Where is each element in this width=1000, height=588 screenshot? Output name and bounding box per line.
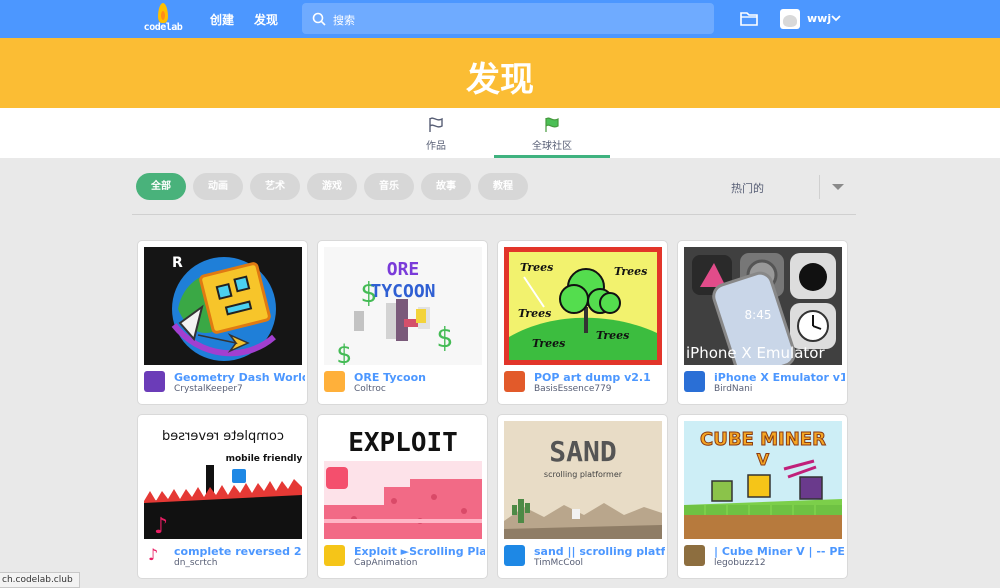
tab-bar: 作品 全球社区 xyxy=(0,108,1000,158)
project-thumbnail[interactable]: complete reversed mobile friendly ♪ xyxy=(144,421,302,539)
project-title[interactable]: Geometry Dash World T xyxy=(174,371,305,384)
tab-projects[interactable]: 作品 xyxy=(405,108,467,158)
project-title[interactable]: | Cube Miner V | -- PEN xyxy=(714,545,845,558)
trees-label: Trees xyxy=(520,261,553,274)
project-thumbnail[interactable]: 8:45 iPhone X Emulator xyxy=(684,247,842,365)
svg-text:$: $ xyxy=(336,340,352,365)
iphone-clock: 8:45 xyxy=(745,308,772,322)
trees-label: Trees xyxy=(532,337,565,350)
logo-text: codelab xyxy=(143,22,183,33)
music-note-icon: ♪ xyxy=(148,545,159,564)
status-bar-url: ch.codelab.club xyxy=(0,572,80,588)
project-title[interactable]: iPhone X Emulator v1.0 xyxy=(714,371,845,384)
project-card[interactable]: $ $ $ ORE TYCOON ORE Tycoon Coltroc xyxy=(317,240,488,405)
trees-label: Trees xyxy=(614,265,647,278)
project-author[interactable]: legobuzz12 xyxy=(714,558,845,568)
project-thumbnail[interactable]: CUBE MINER V xyxy=(684,421,842,539)
filter-animation[interactable]: 动画 xyxy=(193,173,243,200)
user-avatar[interactable] xyxy=(780,9,800,29)
project-author[interactable]: BasisEssence779 xyxy=(534,384,665,394)
project-thumbnail[interactable]: EXPLOIT xyxy=(324,421,482,539)
sort-divider xyxy=(819,175,820,199)
project-title[interactable]: ORE Tycoon xyxy=(354,371,485,384)
project-author[interactable]: Coltroc xyxy=(354,384,485,394)
top-nav-bar: codelab 创建 发现 搜索 wwj xyxy=(0,0,1000,38)
nav-explore-link[interactable]: 发现 xyxy=(254,11,278,28)
tab-community[interactable]: 全球社区 xyxy=(494,108,610,158)
green-flag-icon xyxy=(545,117,559,132)
author-avatar[interactable] xyxy=(504,545,525,566)
project-card[interactable]: CUBE MINER V | Cube Miner V | -- PEN leg… xyxy=(677,414,848,579)
exploit-title: EXPLOIT xyxy=(348,428,458,458)
trees-label: Trees xyxy=(518,307,551,320)
project-title[interactable]: POP art dump v2.1 xyxy=(534,371,665,384)
project-author[interactable]: TimMcCool xyxy=(534,558,665,568)
search-icon xyxy=(312,12,326,26)
project-author[interactable]: CrystalKeeper7 xyxy=(174,384,305,394)
project-card[interactable]: R Geometry Dash World T CrystalKeeper7 xyxy=(137,240,308,405)
project-card[interactable]: complete reversed mobile friendly ♪ ♪ co… xyxy=(137,414,308,579)
filter-art[interactable]: 艺术 xyxy=(250,173,300,200)
iphone-label: iPhone X Emulator xyxy=(686,344,825,362)
flag-outline-icon xyxy=(429,117,443,132)
cube-miner-version: V xyxy=(757,450,770,469)
project-card[interactable]: EXPLOIT Exploit ►Scrolling Platf CapAnim… xyxy=(317,414,488,579)
filter-tutorials[interactable]: 教程 xyxy=(478,173,528,200)
svg-text:$: $ xyxy=(436,321,453,354)
filter-stories[interactable]: 故事 xyxy=(421,173,471,200)
mobile-friendly-label: mobile friendly xyxy=(226,454,302,464)
explore-banner: 发现 xyxy=(0,38,1000,108)
ore-title-line1: ORE xyxy=(387,259,420,280)
tab-projects-label: 作品 xyxy=(426,141,446,152)
author-avatar[interactable] xyxy=(684,545,705,566)
project-thumbnail[interactable]: SAND scrolling platformer xyxy=(504,421,662,539)
search-input[interactable]: 搜索 xyxy=(302,3,714,34)
ore-title-line2: TYCOON xyxy=(370,281,435,302)
project-author[interactable]: CapAnimation xyxy=(354,558,485,568)
project-author[interactable]: BirdNani xyxy=(714,384,845,394)
flame-icon xyxy=(158,3,168,23)
project-title[interactable]: sand || scrolling platform xyxy=(534,545,665,558)
filter-all[interactable]: 全部 xyxy=(136,173,186,200)
project-card[interactable]: Trees Trees Trees Trees Trees POP art du… xyxy=(497,240,668,405)
username[interactable]: wwj xyxy=(807,12,831,25)
chevron-down-icon[interactable] xyxy=(831,13,841,23)
svg-text:♪: ♪ xyxy=(154,514,168,539)
my-stuff-folder-icon[interactable] xyxy=(740,10,758,26)
project-author[interactable]: dn_scrtch xyxy=(174,558,305,568)
project-thumbnail[interactable]: R xyxy=(144,247,302,365)
author-avatar[interactable] xyxy=(144,371,165,392)
filter-games[interactable]: 游戏 xyxy=(307,173,357,200)
project-thumbnail[interactable]: $ $ $ ORE TYCOON xyxy=(324,247,482,365)
nav-create-link[interactable]: 创建 xyxy=(210,11,234,28)
svg-text:R: R xyxy=(172,255,183,271)
sand-subtitle: scrolling platformer xyxy=(544,470,623,479)
divider xyxy=(132,214,856,215)
dropdown-arrow-icon[interactable] xyxy=(832,184,844,190)
project-card[interactable]: SAND scrolling platformer sand || scroll… xyxy=(497,414,668,579)
cube-miner-title: CUBE MINER xyxy=(700,429,826,450)
sand-title: SAND xyxy=(549,435,616,468)
project-thumbnail[interactable]: Trees Trees Trees Trees Trees xyxy=(504,247,662,365)
author-avatar[interactable] xyxy=(324,371,345,392)
author-avatar[interactable] xyxy=(684,371,705,392)
trees-label: Trees xyxy=(596,329,629,342)
author-avatar[interactable] xyxy=(504,371,525,392)
author-avatar[interactable]: ♪ xyxy=(144,545,165,566)
author-avatar[interactable] xyxy=(324,545,345,566)
project-title[interactable]: Exploit ►Scrolling Platf xyxy=(354,545,485,558)
project-card[interactable]: 8:45 iPhone X Emulator iPhone X Emulator… xyxy=(677,240,848,405)
banner-title: 发现 xyxy=(466,60,534,100)
reversed-title: complete reversed xyxy=(162,429,284,444)
search-placeholder: 搜索 xyxy=(333,14,355,27)
filter-music[interactable]: 音乐 xyxy=(364,173,414,200)
tab-community-label: 全球社区 xyxy=(532,141,572,152)
codelab-logo[interactable]: codelab xyxy=(142,2,184,36)
project-title[interactable]: complete reversed 2 || a xyxy=(174,545,305,558)
sort-select[interactable]: 热门的 xyxy=(731,180,764,196)
